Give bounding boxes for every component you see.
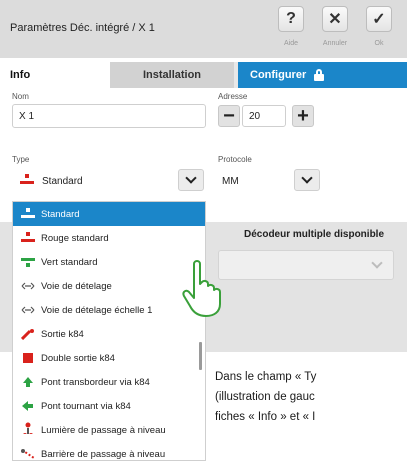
adresse-label: Adresse	[218, 92, 248, 101]
nom-label: Nom	[12, 92, 29, 101]
close-icon: ✕	[328, 11, 342, 28]
info-form: Nom X 1 Adresse − 20 + Type Standard Pro…	[0, 88, 407, 475]
caption-line-2: (illustration de gauc	[215, 391, 315, 403]
address-increment-button[interactable]: +	[292, 105, 314, 127]
protocole-dropdown-toggle[interactable]	[294, 169, 320, 191]
crossing-light-icon	[23, 422, 33, 434]
k84-output-icon	[21, 329, 34, 340]
type-option-voie-detelage[interactable]: Voie de dételage	[13, 274, 205, 298]
check-icon: ✓	[372, 11, 386, 28]
tab-bar: Info Installation Configurer	[0, 62, 407, 88]
type-option-label: Rouge standard	[41, 232, 109, 244]
ok-label: Ok	[374, 40, 384, 47]
type-option-label: Voie de dételage	[41, 280, 112, 292]
green-arrow-left-icon	[22, 401, 33, 411]
type-option-label: Pont tournant via k84	[41, 400, 131, 412]
type-option-standard[interactable]: Standard	[13, 202, 205, 226]
tab-configurer-label: Configurer	[250, 69, 307, 81]
type-value: Standard	[42, 176, 83, 187]
type-option-pont-tournant[interactable]: Pont tournant via k84	[13, 394, 205, 418]
type-option-lumiere-passage[interactable]: Lumière de passage à niveau	[13, 418, 205, 442]
red-signal-icon	[21, 208, 35, 218]
cancel-button[interactable]: ✕	[322, 6, 348, 32]
type-option-pont-transbordeur[interactable]: Pont transbordeur via k84	[13, 370, 205, 394]
cancel-label: Annuler	[322, 40, 348, 47]
type-option-double-sortie-k84[interactable]: Double sortie k84	[13, 346, 205, 370]
chevron-down-icon	[185, 172, 197, 184]
minus-icon: −	[223, 105, 235, 127]
type-option-label: Lumière de passage à niveau	[41, 424, 166, 436]
dialog-title: Paramètres Déc. intégré / X 1	[10, 22, 155, 34]
nom-value: X 1	[19, 110, 35, 122]
address-decrement-button[interactable]: −	[218, 105, 240, 127]
type-option-label: Double sortie k84	[41, 352, 115, 364]
type-option-label: Standard	[41, 208, 80, 220]
type-option-label: Voie de dételage échelle 1	[41, 304, 153, 316]
help-label: Aide	[283, 40, 298, 47]
red-signal-icon	[21, 232, 35, 242]
uncoupling-icon	[21, 282, 35, 290]
type-option-voie-detelage-echelle[interactable]: Voie de dételage échelle 1	[13, 298, 205, 322]
barrier-icon	[21, 449, 35, 459]
chevron-down-icon	[301, 172, 313, 184]
app-window: Paramètres Déc. intégré / X 1 ? Aide ✕ A…	[0, 0, 407, 475]
green-arrow-up-icon	[23, 377, 33, 387]
tab-configurer[interactable]: Configurer	[238, 62, 407, 88]
tab-installation[interactable]: Installation	[110, 62, 234, 88]
help-icon: ?	[286, 10, 296, 27]
nom-field[interactable]: X 1	[12, 104, 206, 128]
protocole-value: MM	[222, 175, 239, 187]
pointing-hand-icon	[182, 260, 221, 317]
tab-info-label: Info	[10, 69, 31, 81]
type-option-label: Vert standard	[41, 256, 98, 268]
type-option-label: Barrière de passage à niveau	[41, 448, 166, 460]
type-dropdown-toggle[interactable]	[178, 169, 204, 191]
chevron-down-icon	[371, 257, 383, 269]
green-signal-icon	[21, 258, 35, 267]
red-signal-icon	[20, 174, 34, 184]
multi-decoder-label: Décodeur multiple disponible	[244, 229, 385, 240]
adresse-value: 20	[249, 110, 261, 122]
ok-button[interactable]: ✓	[366, 6, 392, 32]
type-option-label: Sortie k84	[41, 328, 84, 340]
dialog-header: Paramètres Déc. intégré / X 1 ? Aide ✕ A…	[0, 0, 407, 58]
type-option-barriere-passage[interactable]: Barrière de passage à niveau	[13, 442, 205, 460]
type-option-sortie-k84[interactable]: Sortie k84	[13, 322, 205, 346]
protocole-select[interactable]: MM	[218, 168, 298, 194]
caption-line-3: fiches « Info » et « I	[215, 411, 316, 423]
lock-icon	[314, 69, 325, 81]
protocole-label: Protocole	[218, 155, 252, 164]
type-select[interactable]: Standard	[12, 168, 176, 194]
multi-decoder-select[interactable]	[218, 250, 394, 280]
type-option-vert-standard[interactable]: Vert standard	[13, 250, 205, 274]
type-option-label: Pont transbordeur via k84	[41, 376, 150, 388]
caption-line-1: Dans le champ « Ty	[215, 371, 317, 383]
red-square-icon	[23, 353, 33, 363]
uncoupling-icon	[21, 306, 35, 314]
type-label: Type	[12, 155, 30, 164]
tab-info[interactable]: Info	[0, 62, 110, 88]
type-option-rouge-standard[interactable]: Rouge standard	[13, 226, 205, 250]
tab-installation-label: Installation	[142, 69, 202, 81]
plus-icon: +	[297, 105, 309, 127]
help-button[interactable]: ?	[278, 6, 304, 32]
adresse-field[interactable]: 20	[242, 105, 286, 127]
type-dropdown-list: Standard Rouge standard Vert standard Vo…	[12, 201, 206, 461]
